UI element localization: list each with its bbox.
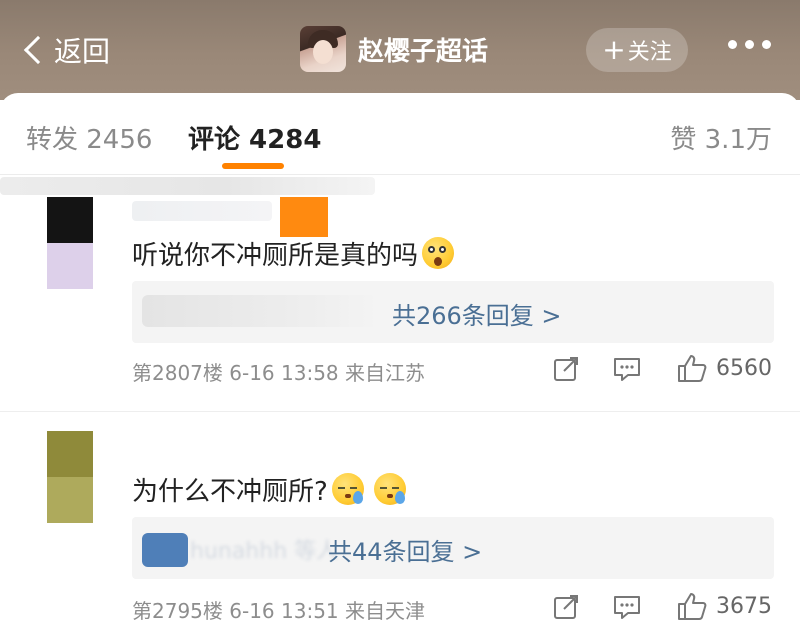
comments-panel: 转发 2456 评论 4284 赞 3.1万 听说你不冲厕所是真的吗 共266条…: [0, 93, 800, 643]
topic-title[interactable]: 赵樱子超话: [300, 26, 488, 72]
like-icon[interactable]: [676, 591, 708, 621]
view-replies-link[interactable]: 共44条回复 >: [328, 532, 482, 567]
reply-avatar-blur: [142, 533, 188, 567]
like-count: 3675: [716, 594, 772, 619]
tab-like[interactable]: 赞 3.1万: [670, 119, 772, 156]
blurred-content: [0, 177, 375, 195]
back-label: 返回: [54, 35, 111, 68]
active-tab-indicator: [222, 163, 284, 169]
username-blur[interactable]: [132, 201, 272, 221]
follow-label: 关注: [627, 40, 672, 65]
reply-user-blur: hunahhh 等人: [190, 539, 339, 564]
comment-text: 听说你不冲厕所是真的吗: [132, 233, 455, 273]
follow-button[interactable]: + 关注: [586, 28, 688, 72]
view-replies-link[interactable]: 共266条回复 >: [392, 296, 562, 331]
comment-item: 为什么不冲厕所? hunahhh 等人 共44条回复 > 第2795楼 6-16…: [0, 431, 800, 643]
share-icon[interactable]: [552, 355, 580, 383]
like-icon[interactable]: [676, 353, 708, 383]
like-count: 6560: [716, 356, 772, 381]
comment-text: 为什么不冲厕所?: [132, 469, 406, 509]
back-button[interactable]: 返回: [20, 30, 110, 70]
header-bar: 返回 赵樱子超话 + 关注: [0, 0, 800, 100]
avatar[interactable]: [47, 431, 93, 523]
astonished-emoji: [422, 237, 455, 269]
reply-preview-blur: [142, 295, 380, 327]
divider: [0, 411, 800, 412]
comment-icon[interactable]: [612, 355, 642, 383]
topic-name: 赵樱子超话: [358, 36, 489, 67]
avatar[interactable]: [47, 197, 93, 289]
more-options-icon[interactable]: [728, 40, 771, 49]
tab-bar: 转发 2456 评论 4284 赞 3.1万: [0, 93, 800, 175]
reply-preview[interactable]: hunahhh 等人 共44条回复 >: [132, 517, 774, 579]
user-badge: [280, 197, 328, 237]
chevron-left-icon: [23, 35, 53, 65]
comment-item: 听说你不冲厕所是真的吗 共266条回复 > 第2807楼 6-16 13:58 …: [0, 195, 800, 405]
sleepy-sweat-emoji: [331, 473, 364, 505]
topic-avatar: [300, 26, 346, 72]
comment-meta: 第2807楼 6-16 13:58 来自江苏: [132, 361, 425, 385]
tab-repost[interactable]: 转发 2456: [26, 119, 152, 156]
sleepy-sweat-emoji: [373, 473, 406, 505]
comment-meta: 第2795楼 6-16 13:51 来自天津: [132, 599, 425, 623]
reply-preview[interactable]: 共266条回复 >: [132, 281, 774, 343]
tab-comment[interactable]: 评论 4284: [188, 119, 321, 156]
plus-icon: +: [602, 33, 626, 66]
share-icon[interactable]: [552, 593, 580, 621]
comment-icon[interactable]: [612, 593, 642, 621]
